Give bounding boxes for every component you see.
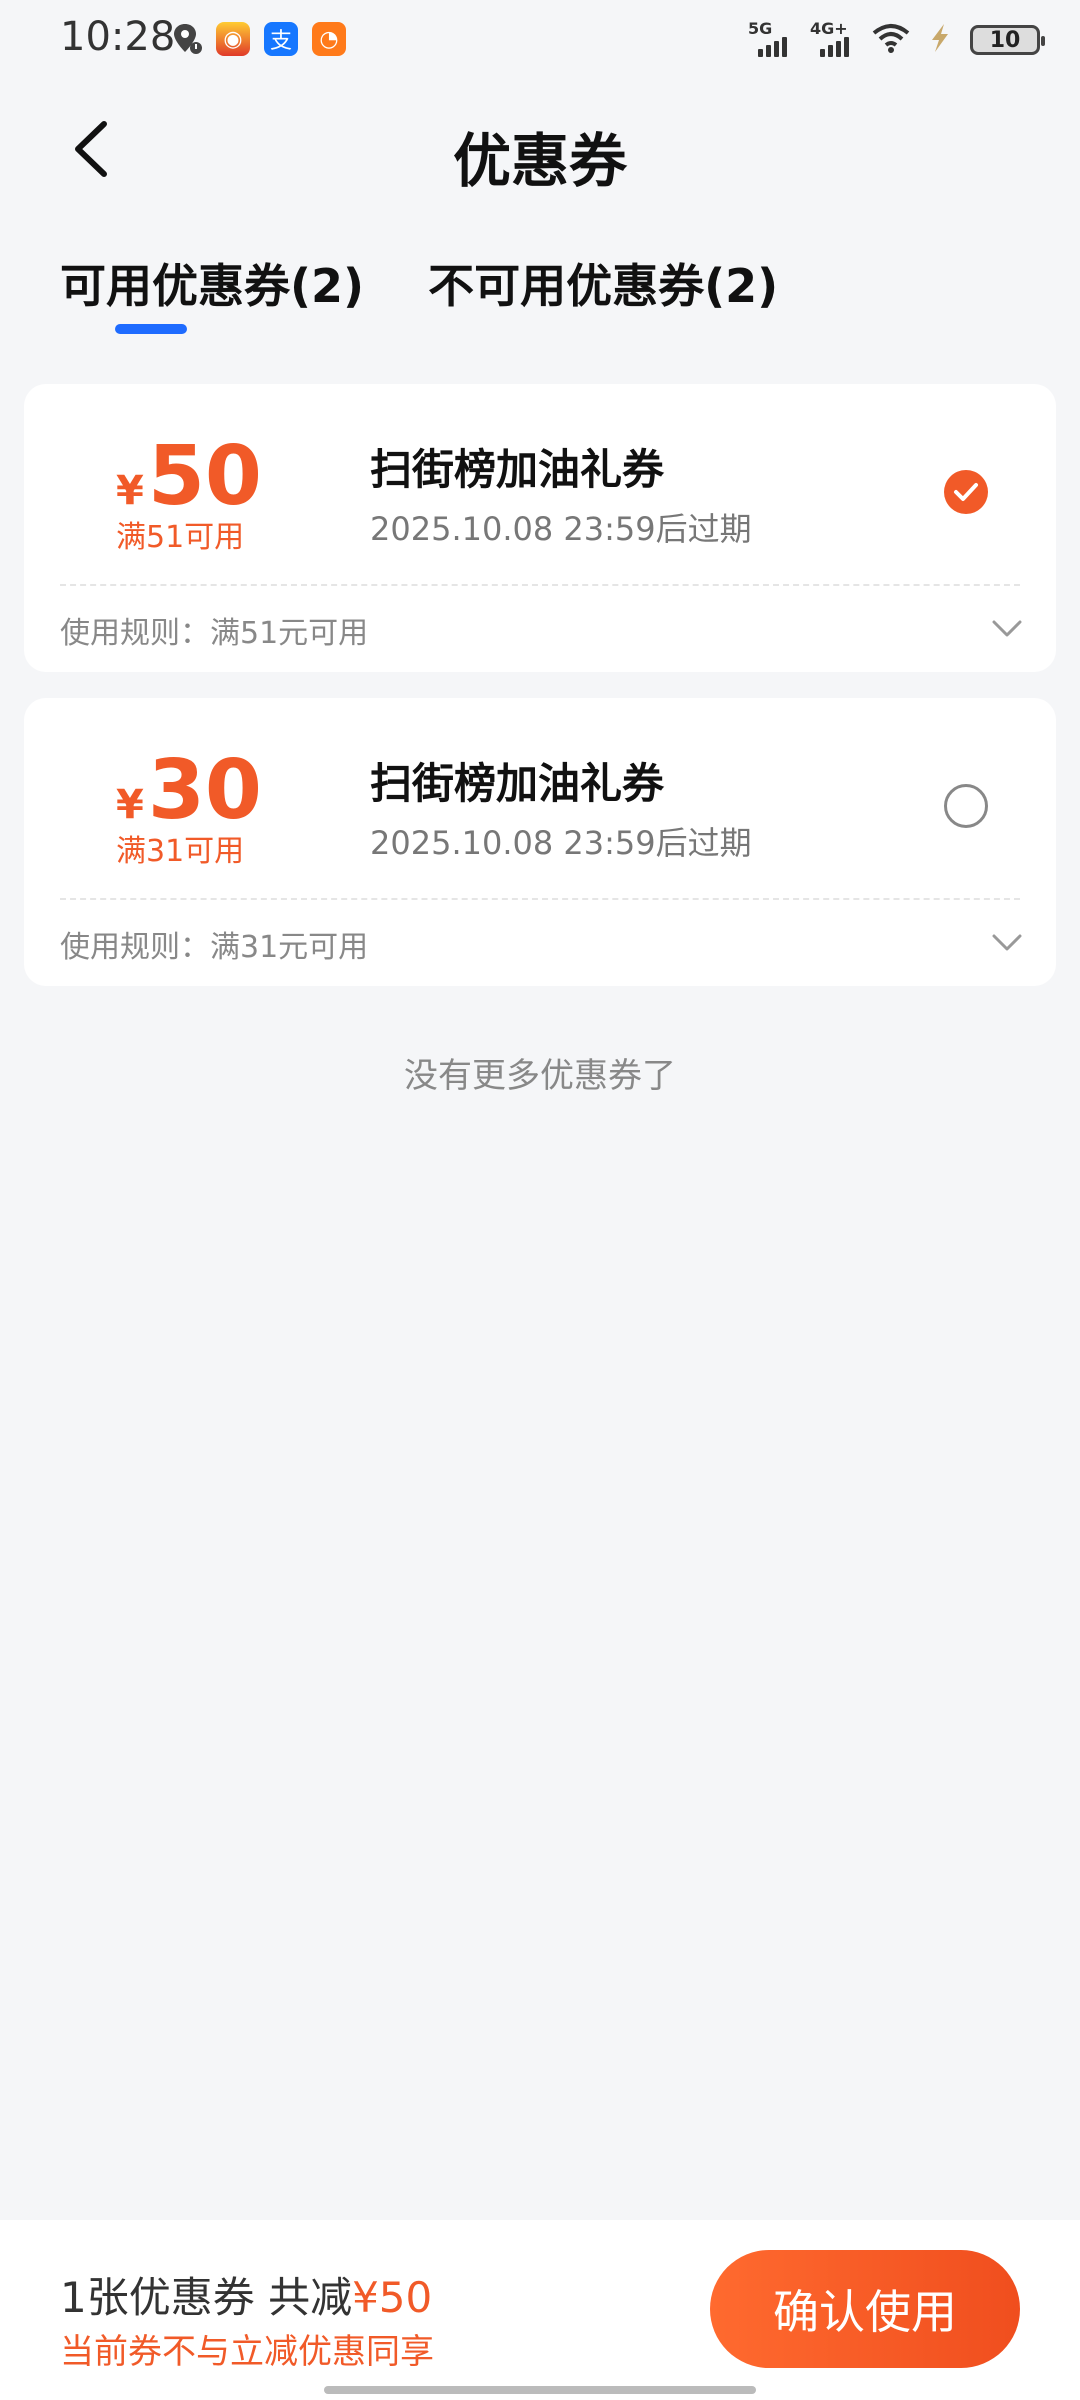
coupon-rule: 使用规则：满31元可用 bbox=[60, 930, 369, 965]
game-app-icon: ◉ bbox=[216, 22, 250, 56]
signal-4g-icon: 4G+ bbox=[810, 19, 856, 57]
summary-amount: ¥50 bbox=[352, 2273, 433, 2322]
coupon-value: 30 bbox=[147, 743, 262, 838]
summary-prefix: 1张优惠券 共减 bbox=[60, 2273, 353, 2322]
charging-bolt-icon bbox=[926, 22, 954, 58]
coupon-condition: 满31可用 bbox=[116, 834, 245, 869]
system-indicators: 5G 4G+ 10 bbox=[748, 19, 1045, 58]
signal-5g-label: 5G bbox=[748, 19, 773, 38]
confirm-button[interactable]: 确认使用 bbox=[710, 2250, 1020, 2368]
home-indicator[interactable] bbox=[324, 2386, 756, 2394]
page-title: 优惠券 bbox=[452, 127, 627, 195]
signal-4g-label: 4G+ bbox=[810, 19, 848, 38]
currency-symbol: ¥ bbox=[116, 782, 144, 828]
location-alert-icon bbox=[172, 22, 202, 56]
coupon-rule-row[interactable]: 使用规则：满31元可用 bbox=[24, 900, 1056, 986]
wifi-icon bbox=[872, 23, 910, 57]
coupon-select-checkbox[interactable] bbox=[944, 784, 988, 828]
coupon-title: 扫街榜加油礼券 bbox=[370, 445, 665, 494]
battery-level: 10 bbox=[989, 27, 1021, 53]
header: 优惠券 bbox=[0, 100, 1080, 200]
coupon-select-checkbox[interactable] bbox=[944, 470, 988, 514]
status-bar: 10:28 ◉ 支 ◔ 5G 4G+ 10 bbox=[0, 0, 1080, 80]
battery-icon: 10 bbox=[970, 25, 1045, 55]
coupon-rule-row[interactable]: 使用规则：满51元可用 bbox=[24, 586, 1056, 672]
coupon-rule: 使用规则：满51元可用 bbox=[60, 616, 369, 651]
signal-5g-icon: 5G bbox=[748, 19, 794, 57]
alipay-app-icon: 支 bbox=[264, 22, 298, 56]
no-more-coupons-text: 没有更多优惠券了 bbox=[404, 1056, 676, 1096]
tab-unavailable[interactable]: 不可用优惠券(2) bbox=[428, 250, 778, 340]
coupon-card[interactable]: ¥ 50 满51可用 扫街榜加油礼券 2025.10.08 23:59后过期 使… bbox=[24, 384, 1056, 672]
coupon-amount: ¥ 50 bbox=[116, 436, 262, 518]
discount-summary: 1张优惠券 共减¥50 bbox=[60, 2264, 432, 2325]
status-time: 10:28 bbox=[60, 14, 176, 60]
chevron-down-icon[interactable] bbox=[990, 928, 1024, 958]
active-tab-indicator bbox=[115, 324, 187, 334]
coupon-card[interactable]: ¥ 30 满31可用 扫街榜加油礼券 2025.10.08 23:59后过期 使… bbox=[24, 698, 1056, 986]
notification-icons: ◉ 支 ◔ bbox=[172, 22, 346, 56]
orange-app-icon: ◔ bbox=[312, 22, 346, 56]
checkmark-icon bbox=[954, 483, 978, 501]
coupon-expiry: 2025.10.08 23:59后过期 bbox=[370, 824, 752, 862]
coupon-value: 50 bbox=[147, 429, 262, 524]
coupon-title: 扫街榜加油礼券 bbox=[370, 759, 665, 808]
chevron-down-icon[interactable] bbox=[990, 614, 1024, 644]
discount-notice: 当前券不与立减优惠同享 bbox=[60, 2332, 434, 2372]
tab-available[interactable]: 可用优惠券(2) bbox=[60, 250, 364, 340]
currency-symbol: ¥ bbox=[116, 468, 144, 514]
bottom-bar: 1张优惠券 共减¥50 当前券不与立减优惠同享 确认使用 bbox=[0, 2220, 1080, 2400]
coupon-condition: 满51可用 bbox=[116, 520, 245, 555]
coupon-expiry: 2025.10.08 23:59后过期 bbox=[370, 510, 752, 548]
coupon-amount: ¥ 30 bbox=[116, 750, 262, 832]
